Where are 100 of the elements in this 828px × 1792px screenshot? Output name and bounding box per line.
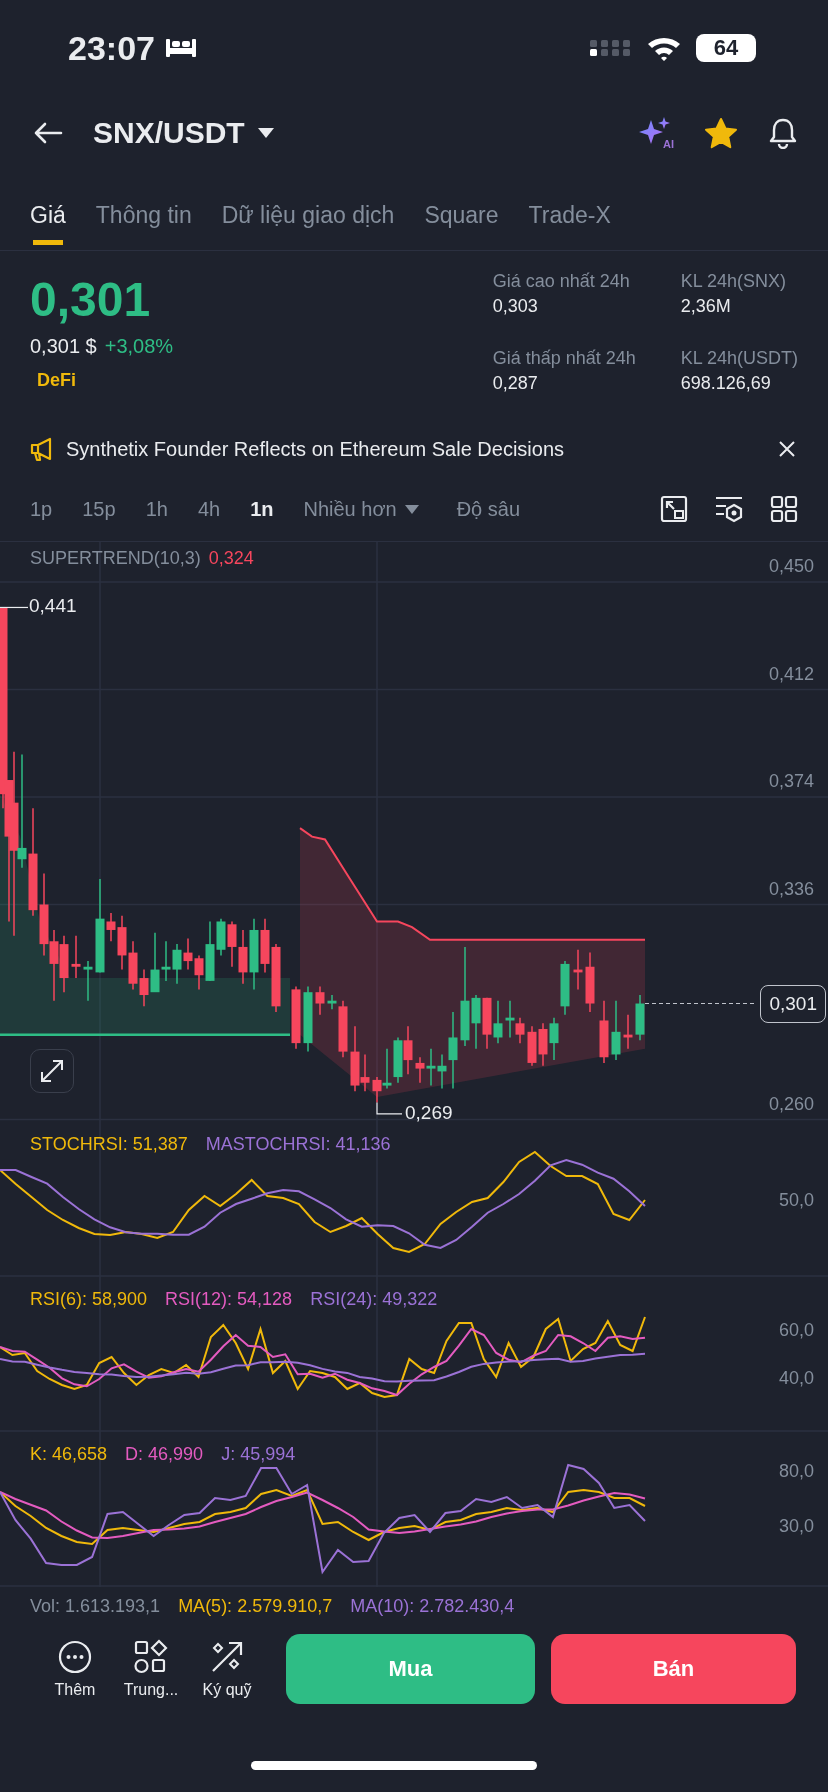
close-icon[interactable] <box>778 440 796 458</box>
candlestick <box>527 1025 537 1067</box>
last-price: 0,301 <box>30 272 151 328</box>
axis-label: 30,0 <box>778 1515 814 1537</box>
candlestick <box>482 997 492 1050</box>
candlestick <box>505 999 515 1039</box>
action-button[interactable]: Trung... <box>116 1639 187 1699</box>
candlestick <box>71 934 81 979</box>
candlestick <box>549 1016 559 1061</box>
high-price-label: 0,441 <box>29 595 77 618</box>
candlestick <box>238 929 248 985</box>
expand-chart-button[interactable] <box>30 1049 74 1093</box>
candlestick <box>493 999 503 1044</box>
buy-button[interactable]: Mua <box>286 1634 535 1704</box>
action-button[interactable]: Ký quỹ <box>192 1639 263 1699</box>
candlestick <box>515 1016 525 1044</box>
current-price-label: 0,301 <box>760 984 826 1023</box>
low-price-label: 0,269 <box>405 1101 453 1124</box>
candlestick <box>183 937 193 971</box>
news-headline[interactable]: Synthetix Founder Reflects on Ethereum Sale Decisions <box>66 437 565 461</box>
grid-layout-icon[interactable] <box>770 495 798 523</box>
pair-selector[interactable]: SNX/USDT <box>93 115 275 150</box>
candlestick <box>538 1022 548 1067</box>
action-button[interactable]: Thêm <box>40 1639 110 1699</box>
wifi-icon <box>646 35 682 61</box>
interval-tab[interactable]: 4h <box>197 497 221 521</box>
axis-label: 50,0 <box>778 1190 814 1212</box>
category-tag[interactable]: DeFi <box>30 370 76 391</box>
candlestick <box>83 960 93 1002</box>
candlestick <box>623 1014 633 1050</box>
indicator-value: MASTOCHRSI: 41,136 <box>205 1134 391 1155</box>
back-arrow-icon[interactable] <box>33 120 63 145</box>
window-resize-icon[interactable] <box>660 495 688 523</box>
leader-line <box>0 606 29 609</box>
stat-label: KL 24h(USDT) <box>680 348 798 369</box>
tab[interactable]: Thông tin <box>95 175 192 250</box>
tab[interactable]: Trade-X <box>528 175 611 250</box>
price-change: +3,08% <box>104 335 174 358</box>
leader-line <box>376 1101 403 1115</box>
indicator-value: K: 46,658 <box>30 1444 108 1465</box>
depth-tab[interactable]: Độ sâu <box>456 497 521 521</box>
indicator-value: RSI(6): 58,900 <box>30 1289 148 1310</box>
axis-label: 0,374 <box>768 771 814 792</box>
interval-tab[interactable]: 15p <box>82 497 116 521</box>
candlestick <box>560 960 570 1016</box>
interval-tab[interactable]: 1n <box>250 497 274 521</box>
candlestick <box>403 1025 413 1075</box>
tab[interactable]: Square <box>424 175 499 250</box>
fiat-price: 0,301 $ <box>30 335 97 358</box>
candlestick <box>227 920 237 968</box>
candlestick <box>585 951 595 1013</box>
interval-tab[interactable]: 1p <box>30 497 53 521</box>
candlestick <box>426 1048 436 1087</box>
notification-bell-icon[interactable] <box>768 116 798 149</box>
candlestick <box>393 1036 403 1084</box>
candlestick <box>611 999 621 1061</box>
axis-label: 40,0 <box>778 1368 814 1390</box>
candlestick <box>291 985 301 1050</box>
ai-assistant-button[interactable]: AI <box>634 115 674 150</box>
indicator-value: 0,324 <box>208 548 254 569</box>
candlestick <box>599 999 609 1064</box>
interval-tab[interactable]: 1h <box>145 497 168 521</box>
volume-value: Vol: 1.613.193,1 <box>30 1595 161 1617</box>
candlestick <box>59 934 69 993</box>
candlestick <box>172 943 182 985</box>
candlestick <box>315 985 325 1016</box>
more-intervals-dropdown[interactable]: Nhiều hơn <box>303 497 419 521</box>
status-time: 23:07 <box>68 28 155 68</box>
candlestick <box>635 994 645 1042</box>
axis-label: 0,450 <box>768 556 814 577</box>
volume-value: MA(10): 2.782.430,4 <box>350 1595 515 1617</box>
candlestick <box>573 949 583 991</box>
candlestick <box>271 943 281 1013</box>
axis-label: 0,412 <box>768 663 814 685</box>
star-icon[interactable] <box>704 116 738 149</box>
stat-value: 0,287 <box>492 373 539 394</box>
stat-label: KL 24h(SNX) <box>680 271 787 292</box>
caret-icon <box>404 504 419 514</box>
stat-label: Giá cao nhất 24h <box>492 271 631 292</box>
candlestick <box>303 985 313 1053</box>
axis-label: 80,0 <box>778 1461 814 1483</box>
indicator-value: STOCHRSI: 51,387 <box>30 1134 188 1155</box>
expand-icon <box>39 1058 65 1084</box>
stat-value: 698.126,69 <box>680 373 772 394</box>
stat-value: 2,36M <box>680 296 732 317</box>
volume-value: MA(5): 2.579.910,7 <box>178 1595 333 1617</box>
candlestick <box>260 917 270 974</box>
more-icon <box>57 1639 93 1675</box>
caret-icon <box>256 126 275 139</box>
battery-indicator: 64 <box>696 34 756 62</box>
sell-button[interactable]: Bán <box>550 1634 796 1704</box>
axis-label: 0,336 <box>768 878 814 900</box>
signal-icon <box>590 40 632 56</box>
candlestick <box>415 1056 425 1084</box>
stat-label: Giá thấp nhất 24h <box>492 348 637 369</box>
axis-label: 0,260 <box>768 1093 814 1115</box>
indicator-value: RSI(24): 49,322 <box>310 1289 438 1310</box>
indicator-settings-icon[interactable] <box>714 495 744 523</box>
tab[interactable]: Dữ liệu giao dịch <box>221 175 395 250</box>
bed-icon <box>164 37 197 59</box>
